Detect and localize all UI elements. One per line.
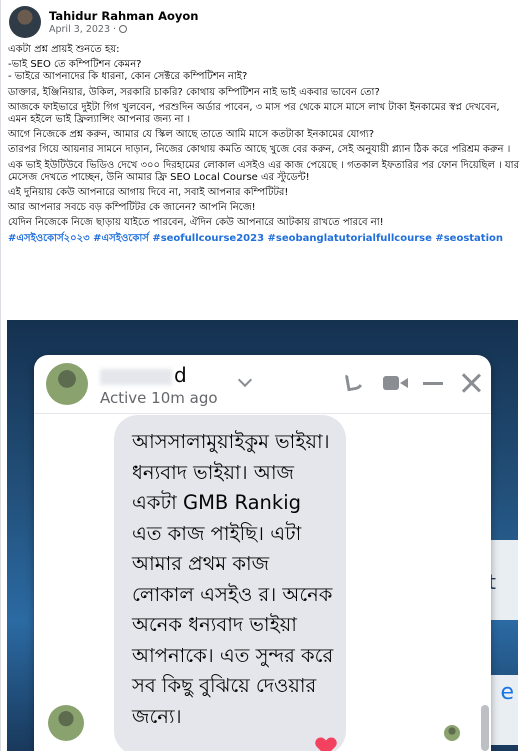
messenger-chat-window: d Active 10m ago আসসালামুয়াইকুম ভাইয়া।… — [34, 355, 491, 751]
heart-reaction-icon[interactable] — [316, 738, 336, 751]
post-paragraph: আগে নিজেকে প্রশ্ন করুন, আমার যে স্কিল আছ… — [8, 129, 375, 141]
chat-header: d Active 10m ago — [34, 355, 491, 414]
facebook-post: Tahidur Rahman Aoyon April 3, 2023 · একট… — [0, 0, 527, 751]
globe-icon — [119, 25, 128, 33]
post-paragraph: আর আপনার সবচে বড় কম্পিটিটর কে জানেন? আপ… — [8, 202, 256, 214]
contact-name-suffix: d — [174, 363, 187, 387]
post-paragraph: যেদিন নিজেকে নিজে ছাড়ায় যাইতে পারবেন, … — [8, 217, 384, 229]
phone-icon[interactable] — [344, 370, 369, 395]
contact-status: Active 10m ago — [100, 389, 218, 407]
post-paragraph: ডাক্তার, ইঞ্জিনিয়ার, উকিল, সরকারি চাকরি… — [8, 86, 380, 98]
minimize-icon[interactable] — [421, 371, 445, 395]
post-paragraph: -ভাই SEO তে কম্পিটিশন কেমন? - ভাইরে আপনা… — [8, 59, 248, 83]
chevron-down-icon[interactable] — [237, 372, 253, 388]
post-paragraph: তারপর গিয়ে আয়নার সামনে দাড়ান, নিজের ক… — [8, 144, 511, 156]
chat-scrollbar[interactable] — [481, 705, 489, 751]
contact-name[interactable]: d — [100, 363, 187, 387]
post-paragraph: একটা প্রশ্ন প্রায়ই শুনতে হয়: — [8, 44, 120, 55]
sender-avatar — [48, 705, 84, 741]
video-camera-icon[interactable] — [383, 371, 408, 395]
contact-avatar[interactable] — [46, 363, 88, 405]
meta-separator: · — [113, 23, 117, 35]
post-meta: April 3, 2023 · — [49, 23, 198, 36]
post-date[interactable]: April 3, 2023 — [49, 23, 110, 36]
author-avatar[interactable] — [9, 6, 41, 38]
author-name[interactable]: Tahidur Rahman Aoyon — [49, 9, 198, 23]
message-bubble: আসসালামুয়াইকুম ভাইয়া।ধন্যবাদ ভাইয়া। আ… — [114, 415, 346, 751]
post-paragraph: এই দুনিয়ায় কেউ আপনারে আগায় দিবে না, স… — [8, 187, 289, 199]
post-header: Tahidur Rahman Aoyon April 3, 2023 · — [9, 6, 198, 38]
blurred-name — [100, 368, 172, 385]
post-body: একটা প্রশ্ন প্রায়ই শুনতে হয়: -ভাই SEO … — [8, 44, 520, 248]
chat-header-actions — [344, 370, 483, 395]
background-letter: e — [500, 680, 514, 705]
close-icon[interactable] — [459, 371, 483, 395]
post-paragraph: আজকে ফাইভারে দুইটা গিগ খুলবেন, পরশুদিন অ… — [8, 101, 500, 126]
post-paragraph: এক ভাই ইউটিউবে ভিডিও দেখে ৩০০ দিরহামের ল… — [8, 159, 520, 183]
seen-indicator-avatar — [444, 725, 460, 741]
post-hashtags[interactable]: #এসইওকোর্স২০২৩ #এসইওকোর্স #seofullcourse… — [8, 233, 520, 245]
